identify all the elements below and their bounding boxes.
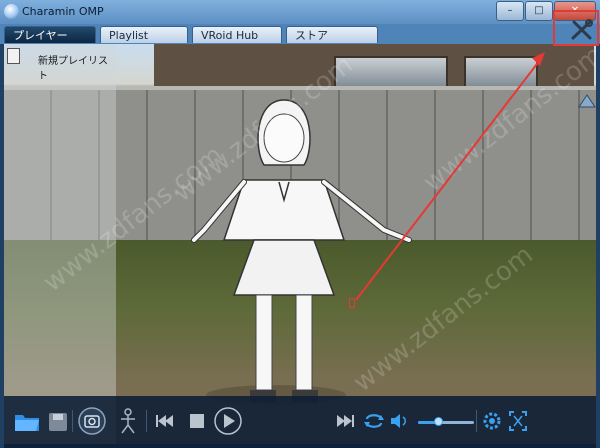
volume-icon[interactable] (388, 406, 410, 436)
annotation-marker (349, 298, 355, 308)
toolbar-separator (146, 410, 147, 432)
play-icon[interactable] (212, 406, 244, 436)
annotation-arrow (355, 52, 545, 301)
toolbar-separator (72, 410, 73, 432)
app-window: Charamin OMP – □ ✕ プレイヤー Playlist VRoid … (0, 0, 600, 448)
volume-knob[interactable] (433, 417, 443, 426)
fullscreen-icon[interactable] (506, 406, 530, 436)
player-toolbar (4, 396, 596, 448)
camera-icon[interactable] (76, 406, 108, 436)
pose-icon[interactable] (116, 406, 140, 436)
volume-slider[interactable] (418, 417, 474, 426)
toolbar-separator (476, 410, 477, 432)
save-icon[interactable] (46, 406, 70, 436)
repeat-icon[interactable] (362, 406, 386, 436)
skip-previous-icon[interactable] (152, 406, 176, 436)
skip-next-icon[interactable] (334, 406, 358, 436)
folder-icon[interactable] (12, 406, 42, 436)
stop-icon[interactable] (186, 406, 208, 436)
settings-gear-icon[interactable] (480, 406, 504, 436)
